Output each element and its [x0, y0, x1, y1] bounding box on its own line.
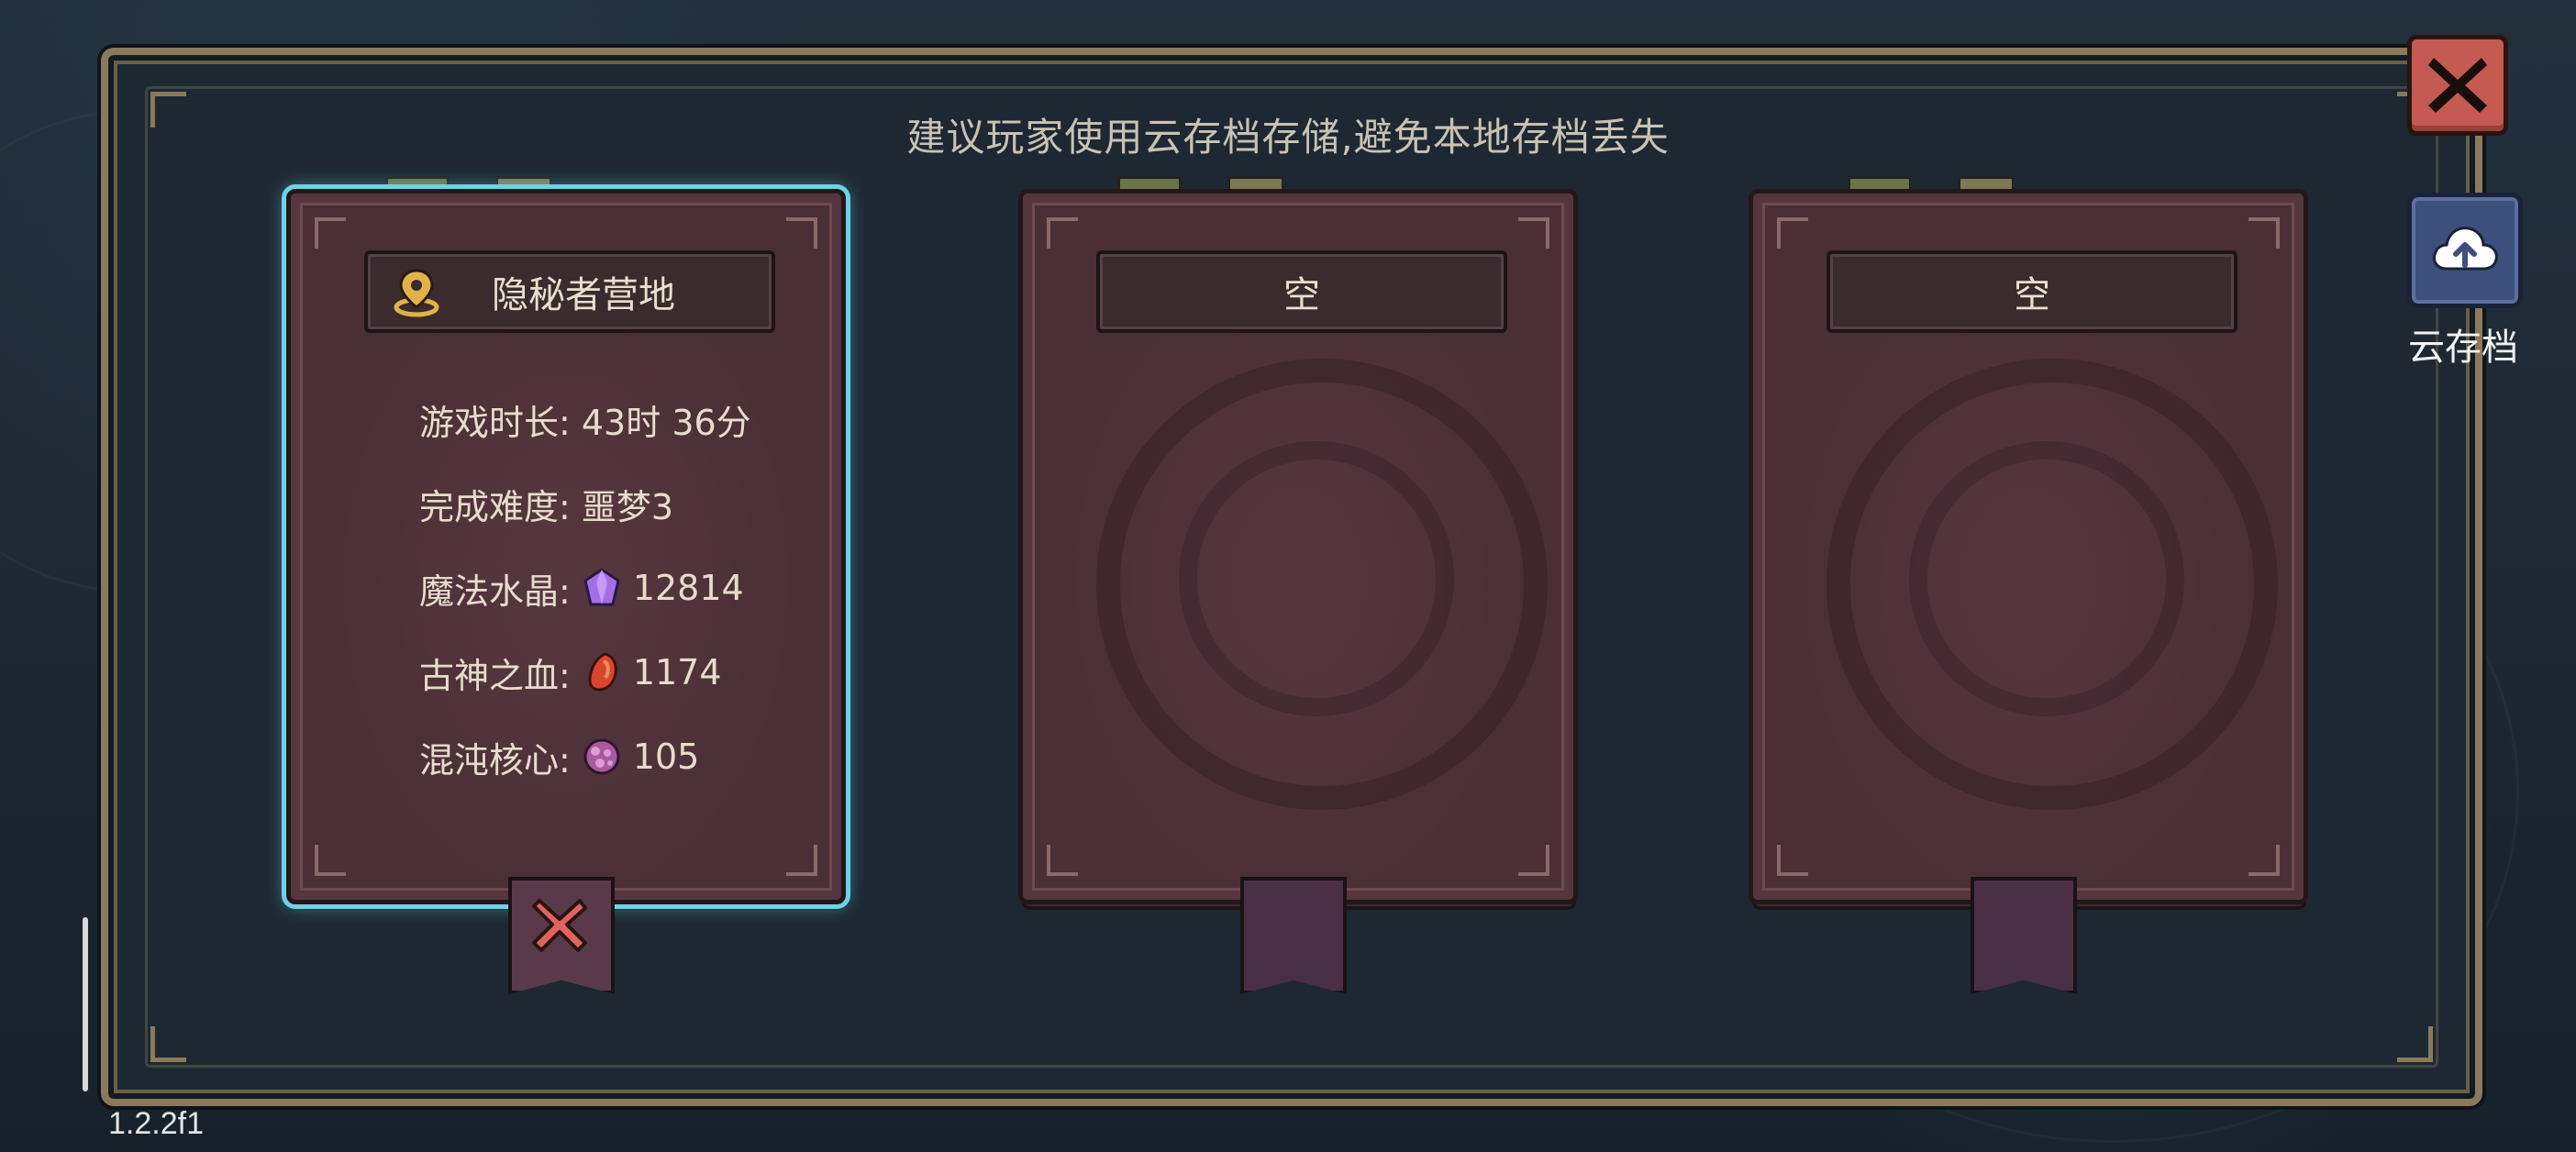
save-slot-3[interactable]: 空	[1749, 176, 2317, 1069]
close-icon	[2428, 58, 2487, 113]
ancient-blood-stat: 古神之血: 1174	[419, 630, 751, 714]
slot-ribbon	[1240, 877, 1347, 994]
ancient-blood-label: 古神之血:	[419, 655, 571, 696]
save-book-empty[interactable]: 空	[1018, 189, 1578, 904]
book-corner	[1777, 845, 1808, 876]
chaos-core-value: 105	[632, 737, 700, 777]
version-label: 1.2.2f1	[108, 1106, 204, 1141]
book-corner	[786, 845, 817, 876]
slot-title-bar: 隐秘者营地	[364, 250, 775, 333]
book-corner	[1047, 845, 1078, 876]
save-slot-2[interactable]: 空	[1018, 176, 1587, 1069]
cloud-save-label: 云存档	[2408, 327, 2518, 369]
slot-ribbon	[1971, 877, 2077, 994]
chaos-core-label: 混沌核心:	[419, 739, 571, 781]
ancient-blood-icon	[588, 652, 617, 692]
slot-title: 空	[2014, 274, 2050, 316]
chaos-core-icon	[583, 738, 620, 775]
book-corner	[1518, 845, 1549, 876]
map-pin-icon	[394, 269, 439, 317]
slot-title: 隐秘者营地	[492, 274, 675, 316]
book-corner	[1777, 217, 1808, 249]
cloud-save-hint: 建议玩家使用云存档存储,避免本地存档丢失	[906, 115, 1670, 160]
book-corner	[2248, 217, 2280, 249]
magic-crystal-icon	[583, 568, 620, 606]
book-corner	[2248, 845, 2280, 876]
book-corner	[315, 845, 346, 876]
magic-crystal-label: 魔法水晶:	[419, 570, 571, 612]
panel-corner-ornament	[150, 1026, 186, 1062]
delete-x-icon	[532, 899, 587, 952]
save-slot-1[interactable]: 隐秘者营地 游戏时长: 43时 36分 完成难度: 噩梦3 魔法水晶: 1281…	[286, 176, 855, 1069]
cloud-save-button[interactable]	[2407, 193, 2523, 308]
slot-stats: 游戏时长: 43时 36分 完成难度: 噩梦3 魔法水晶: 12814 古神之血…	[419, 377, 751, 799]
screen-edge-indicator	[83, 917, 88, 1091]
panel-corner-ornament	[2397, 1026, 2433, 1062]
playtime-stat: 游戏时长: 43时 36分	[419, 402, 751, 443]
chaos-core-stat: 混沌核心: 105	[419, 714, 751, 799]
book-swirl-pattern	[1909, 441, 2184, 716]
cloud-upload-icon	[2433, 227, 2498, 271]
slot-title-bar: 空	[1096, 250, 1507, 333]
close-button[interactable]	[2407, 35, 2508, 136]
delete-save-button[interactable]	[508, 877, 615, 994]
save-book-selected[interactable]: 隐秘者营地 游戏时长: 43时 36分 完成难度: 噩梦3 魔法水晶: 1281…	[286, 189, 846, 904]
difficulty-stat: 完成难度: 噩梦3	[419, 486, 674, 527]
book-swirl-pattern	[1179, 441, 1454, 716]
magic-crystal-stat: 魔法水晶: 12814	[419, 546, 751, 630]
book-corner	[315, 217, 346, 249]
book-corner	[1047, 217, 1078, 249]
book-corner	[786, 217, 817, 249]
save-book-empty[interactable]: 空	[1749, 189, 2308, 904]
slot-title: 空	[1283, 274, 1320, 316]
ancient-blood-value: 1174	[632, 652, 722, 692]
book-corner	[1518, 217, 1549, 249]
magic-crystal-value: 12814	[632, 568, 744, 608]
slot-title-bar: 空	[1827, 250, 2237, 333]
